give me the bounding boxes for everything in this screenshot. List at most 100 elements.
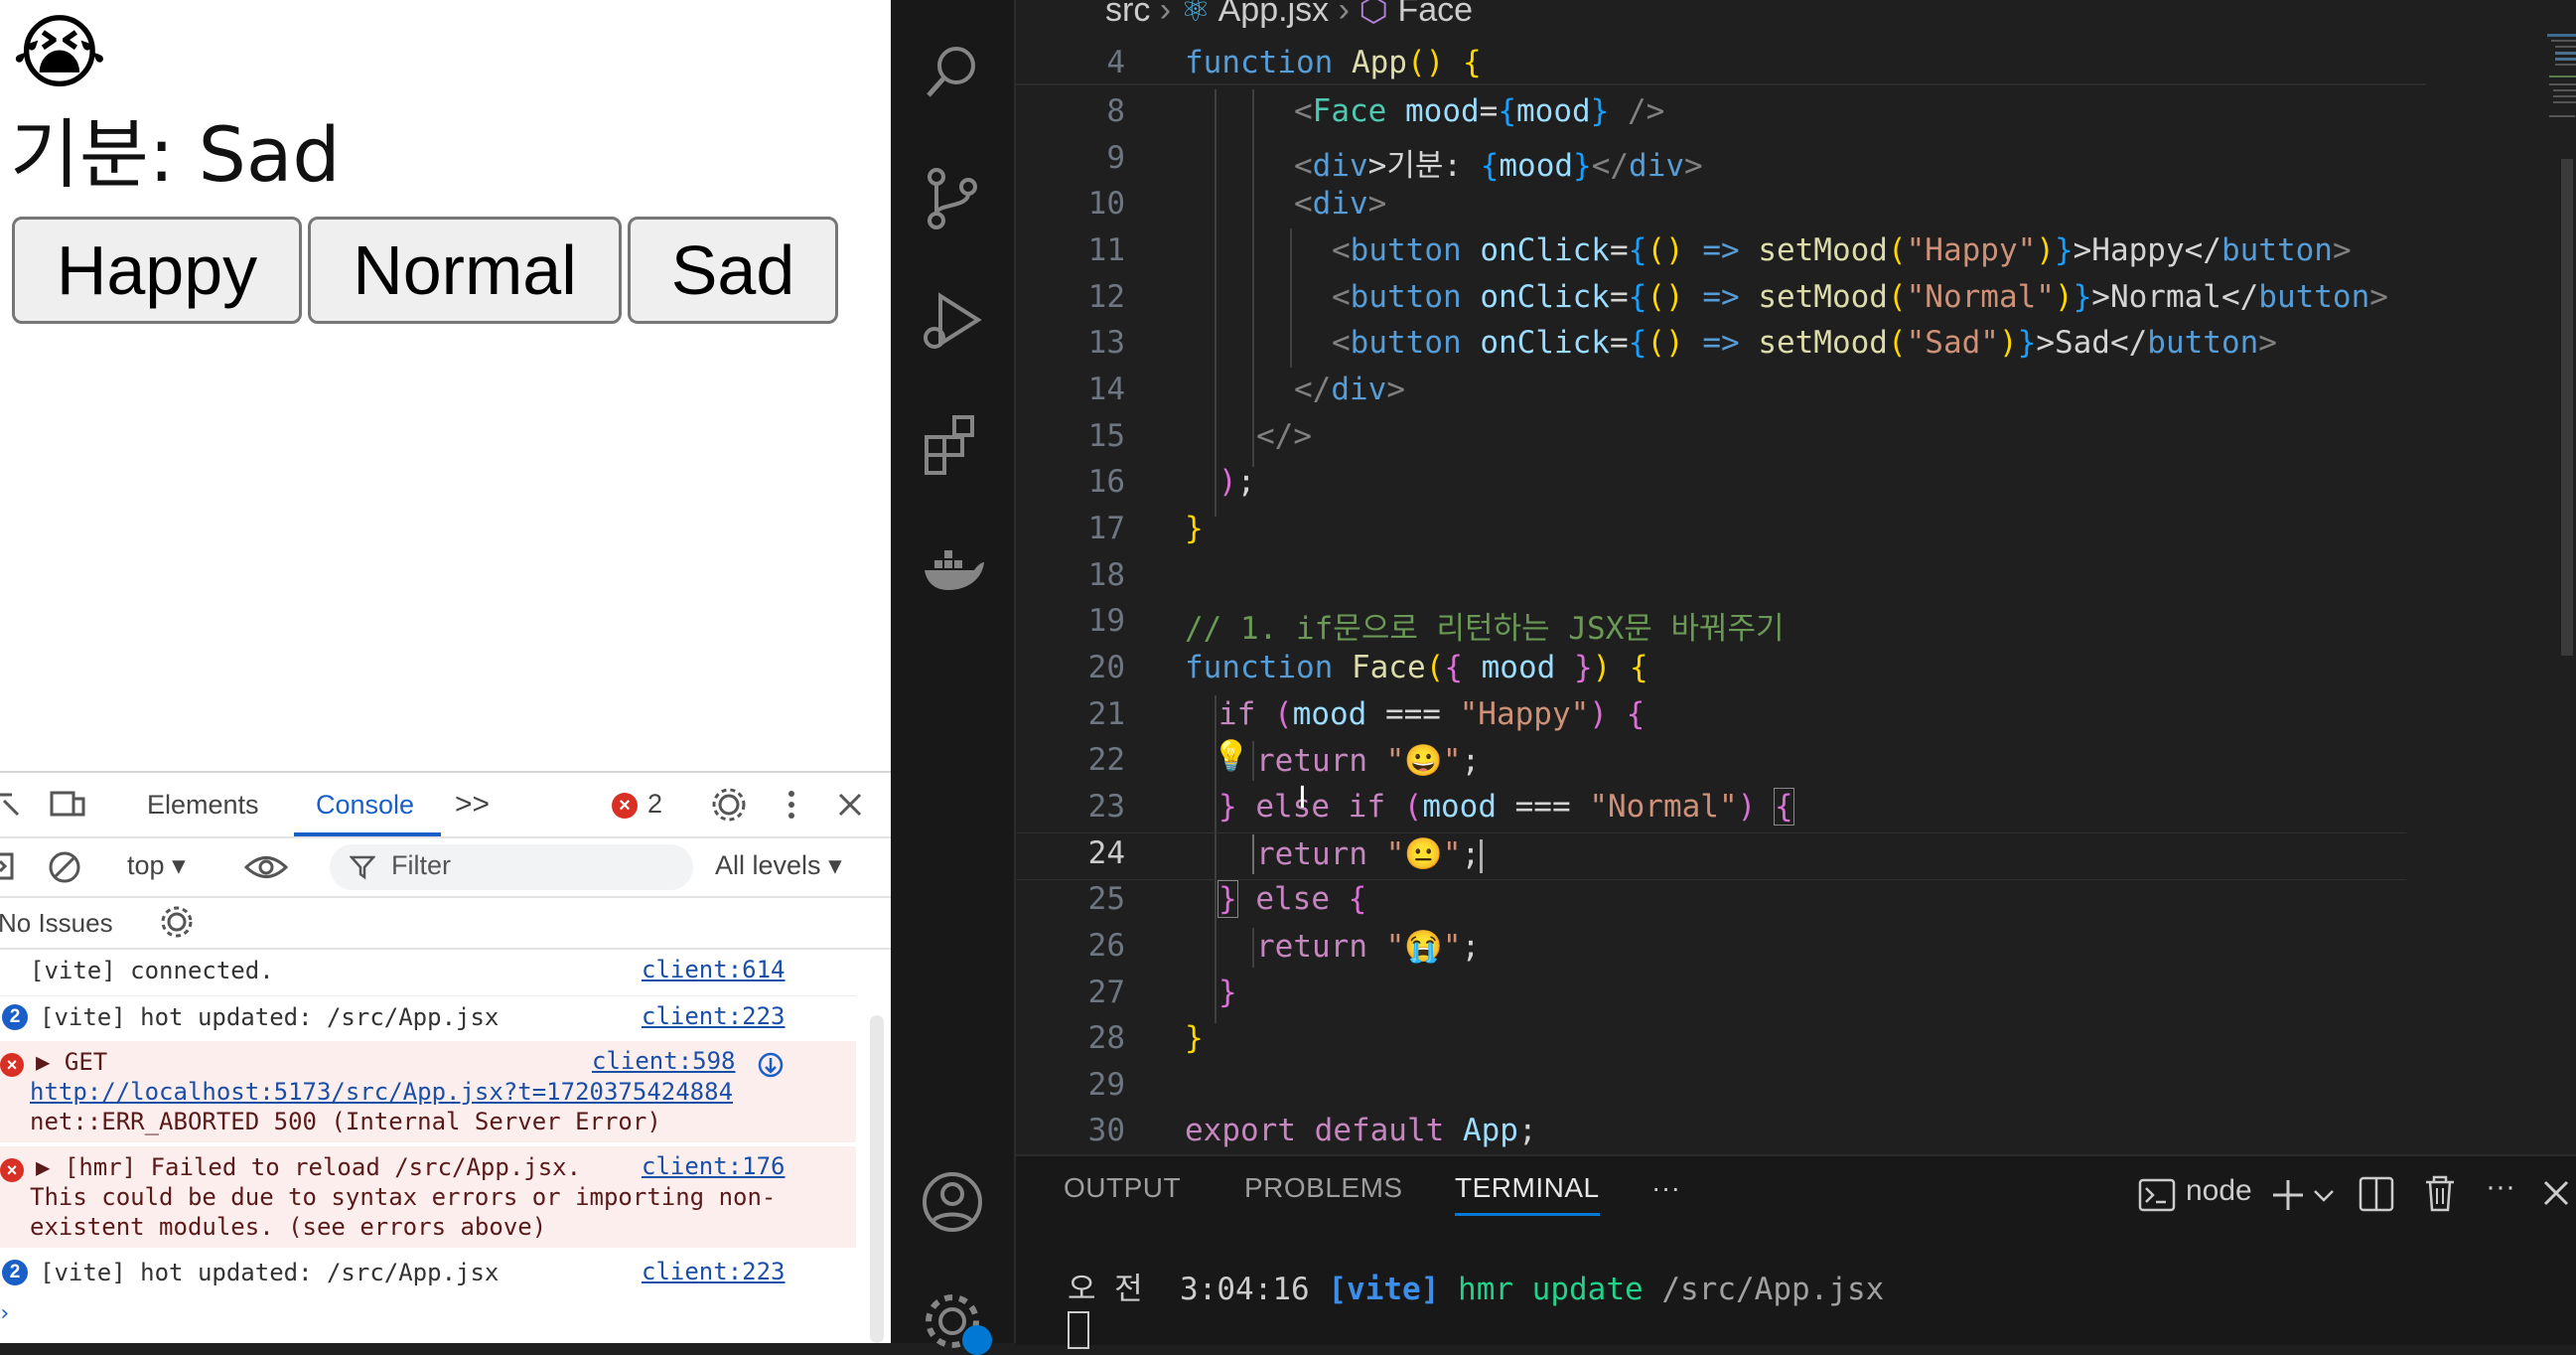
- update-badge: [962, 1325, 992, 1355]
- error-line-1[interactable]: ▶ GET: [36, 1047, 107, 1077]
- more-actions-icon[interactable]: ···: [1651, 1172, 1680, 1204]
- network-request-icon[interactable]: [757, 1051, 785, 1079]
- clear-console-icon[interactable]: [48, 850, 81, 884]
- console-settings-gear-icon[interactable]: [159, 904, 195, 940]
- accounts-icon[interactable]: [919, 1168, 986, 1236]
- filter-input[interactable]: Filter: [330, 844, 693, 890]
- log-text: [vite] connected.: [30, 957, 274, 984]
- token: }: [1590, 93, 1610, 129]
- code-line-21: if (mood === "Happy") {: [1218, 696, 1645, 732]
- new-terminal-plus-icon[interactable]: [2271, 1178, 2305, 1212]
- log-source-link[interactable]: client:176: [642, 1152, 786, 1180]
- docker-icon[interactable]: [919, 536, 986, 604]
- token: ): [1589, 696, 1627, 732]
- term-vite-tag: [vite]: [1328, 1272, 1440, 1307]
- close-panel-icon[interactable]: [2541, 1178, 2571, 1208]
- split-terminal-icon[interactable]: [2359, 1176, 2394, 1212]
- token: default: [1314, 1113, 1445, 1148]
- token: </: [1294, 372, 1332, 407]
- error-icon: ×: [0, 1158, 24, 1182]
- panel-more-icon[interactable]: ···: [2486, 1170, 2515, 1204]
- token: ===: [1366, 696, 1460, 732]
- token: >: [1386, 372, 1405, 407]
- sticky-scroll-header[interactable]: 4 function App() {: [1016, 42, 2426, 85]
- matched-bracket: }: [1217, 880, 1238, 918]
- bottom-panel: OUTPUT PROBLEMS TERMINAL ··· node ··· 오 …: [1016, 1154, 2576, 1349]
- code-line-12: <button onClick={() => setMood("Normal")…: [1332, 279, 2388, 315]
- token: setMood: [1758, 232, 1888, 268]
- kebab-menu-icon[interactable]: [785, 789, 798, 821]
- source-control-icon[interactable]: [919, 165, 986, 232]
- code-line-14: </div>: [1294, 372, 1405, 407]
- more-tabs-icon[interactable]: >>: [455, 773, 490, 836]
- error-url-link[interactable]: http://localhost:5173/src/App.jsx?t=1720…: [30, 1077, 733, 1107]
- editor-scrollbar[interactable]: [2561, 159, 2573, 656]
- token: >Normal</: [2091, 279, 2259, 315]
- sad-button[interactable]: Sad: [628, 217, 838, 324]
- tab-output[interactable]: OUTPUT: [1064, 1172, 1181, 1204]
- terminal-name[interactable]: node: [2186, 1174, 2252, 1208]
- kill-terminal-trash-icon[interactable]: [2424, 1174, 2456, 1212]
- log-source-link[interactable]: client:614: [642, 956, 786, 983]
- token: mood: [1405, 93, 1480, 129]
- breadcrumb-symbol[interactable]: Face: [1398, 0, 1474, 29]
- normal-button[interactable]: Normal: [308, 217, 622, 324]
- close-devtools-icon[interactable]: [836, 791, 864, 819]
- sidebar-toggle-icon[interactable]: [0, 852, 16, 882]
- code-line-20: function Face({ mood }) {: [1185, 650, 1648, 685]
- inspect-element-icon[interactable]: [0, 791, 22, 819]
- term-ampm: 오 전: [1068, 1272, 1143, 1307]
- token: mood: [1499, 148, 1574, 184]
- log-source-link[interactable]: client:223: [642, 1258, 786, 1285]
- token: >: [1367, 186, 1387, 222]
- extensions-icon[interactable]: [919, 411, 986, 479]
- happy-button[interactable]: Happy: [12, 217, 302, 324]
- tab-problems[interactable]: PROBLEMS: [1244, 1172, 1403, 1204]
- token: =>: [1683, 279, 1759, 315]
- minimap[interactable]: [2545, 30, 2576, 149]
- token: "😭": [1385, 929, 1462, 965]
- line-number: 8: [1106, 93, 1125, 129]
- terminal-dropdown-chevron-icon[interactable]: [2313, 1188, 2335, 1204]
- log-source-link[interactable]: client:598: [592, 1047, 736, 1075]
- matched-bracket: {: [1773, 788, 1794, 826]
- tab-console[interactable]: Console: [316, 773, 414, 836]
- mood-text: 기분: Sad: [10, 107, 341, 203]
- device-toolbar-icon[interactable]: [50, 789, 85, 821]
- tab-terminal[interactable]: TERMINAL: [1455, 1172, 1600, 1216]
- token: {: [1444, 650, 1463, 685]
- code-line-13: <button onClick={() => setMood("Sad")}>S…: [1332, 325, 2277, 361]
- token: >Sad</: [2036, 325, 2148, 361]
- context-selector[interactable]: top ▾: [127, 850, 186, 881]
- lightbulb-icon[interactable]: 💡: [1213, 739, 1249, 774]
- token: App: [1351, 45, 1407, 80]
- settings-gear-icon[interactable]: [711, 787, 747, 823]
- code-line-28: }: [1185, 1020, 1204, 1056]
- breadcrumb-folder[interactable]: src: [1105, 0, 1150, 29]
- token: setMood: [1758, 325, 1888, 361]
- console-scrollbar[interactable]: [870, 1015, 884, 1343]
- tab-elements[interactable]: Elements: [147, 773, 259, 836]
- token: <: [1294, 186, 1313, 222]
- live-expression-eye-icon[interactable]: [244, 852, 288, 882]
- issues-count[interactable]: No Issues: [0, 908, 113, 939]
- error-count[interactable]: 2: [647, 789, 662, 820]
- error-line-1[interactable]: ▶ [hmr] Failed to reload /src/App.jsx.: [36, 1152, 581, 1182]
- console-prompt-icon[interactable]: ›: [0, 1301, 11, 1326]
- repeat-count-badge: 2: [2, 1260, 28, 1285]
- run-debug-icon[interactable]: [919, 288, 986, 356]
- symbol-method-icon: ⬡: [1359, 0, 1389, 29]
- comment-token: // 1. if문으로 리턴하는 JSX문 바꿔주기: [1185, 611, 1785, 647]
- token: div: [1331, 372, 1387, 407]
- terminal-output-line[interactable]: 오 전 3:04:16 [vite] hmr update /src/App.j…: [1068, 1264, 1884, 1308]
- search-icon[interactable]: [919, 38, 986, 105]
- log-levels-dropdown[interactable]: All levels ▾: [715, 850, 842, 881]
- breadcrumb-file[interactable]: App.jsx: [1218, 0, 1330, 29]
- log-source-link[interactable]: client:223: [642, 1002, 786, 1030]
- token: button: [1350, 232, 1462, 268]
- code-editor[interactable]: src › ⚛ App.jsx › ⬡ Face 4 function App(…: [1016, 0, 2576, 1152]
- token: ): [1592, 650, 1630, 685]
- token: return: [1256, 836, 1367, 872]
- token: ): [2036, 232, 2055, 268]
